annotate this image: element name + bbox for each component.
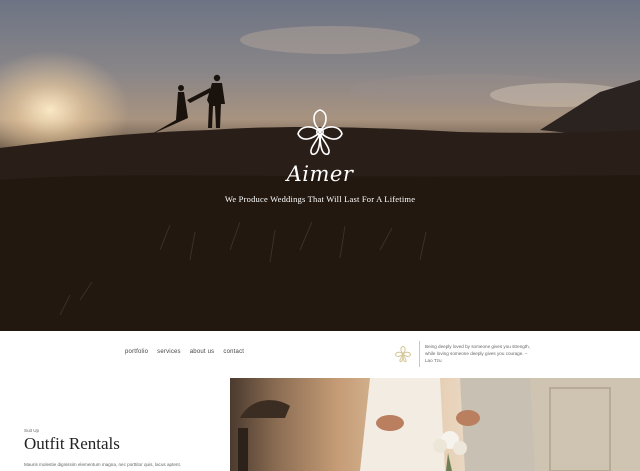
nav-item-portfolio[interactable]: portfolio <box>125 349 148 355</box>
nav-item-about-us[interactable]: about us <box>190 349 215 355</box>
section-description: Mauris molestie dignissim elementum magn… <box>24 462 182 467</box>
mini-flower-icon[interactable] <box>394 345 412 363</box>
nav-item-services[interactable]: services <box>157 349 181 355</box>
outfit-photo <box>230 378 640 471</box>
quote-divider <box>419 341 420 367</box>
header-quote: Being deeply loved by someone gives you … <box>425 344 530 363</box>
section-title: Outfit Rentals <box>24 434 120 453</box>
flower-icon <box>297 109 343 156</box>
outfit-photo-art <box>238 378 640 471</box>
section-kicker: Suit Up <box>24 428 40 433</box>
hero-banner: Aimer We Produce Weddings That Will Last… <box>0 0 640 331</box>
brand-name: Aimer <box>286 162 354 186</box>
hero-tagline: We Produce Weddings That Will Last For A… <box>224 194 416 204</box>
main-nav: portfolio services about us contact <box>125 349 244 355</box>
hero-logo-block: Aimer We Produce Weddings That Will Last… <box>0 106 640 204</box>
nav-item-contact[interactable]: contact <box>223 349 244 355</box>
